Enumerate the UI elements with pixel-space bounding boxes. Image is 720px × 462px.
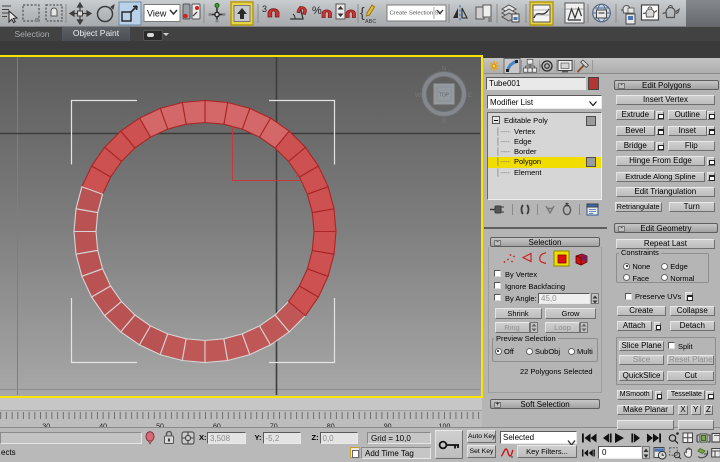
svg-text:S: S [442,118,447,125]
svg-text:View: View [147,9,167,19]
svg-text:Create Selection Se: Create Selection Se [390,11,443,17]
svg-text:ABC: ABC [365,19,376,25]
svg-text:3: 3 [262,4,267,14]
svg-text:E: E [468,92,473,99]
svg-text:W: W [415,92,422,99]
svg-text:x: x [296,172,300,179]
svg-text:N: N [442,66,447,73]
svg-text:%: % [312,5,322,17]
svg-text:TOP: TOP [439,93,450,99]
svg-text:{: { [360,4,365,20]
